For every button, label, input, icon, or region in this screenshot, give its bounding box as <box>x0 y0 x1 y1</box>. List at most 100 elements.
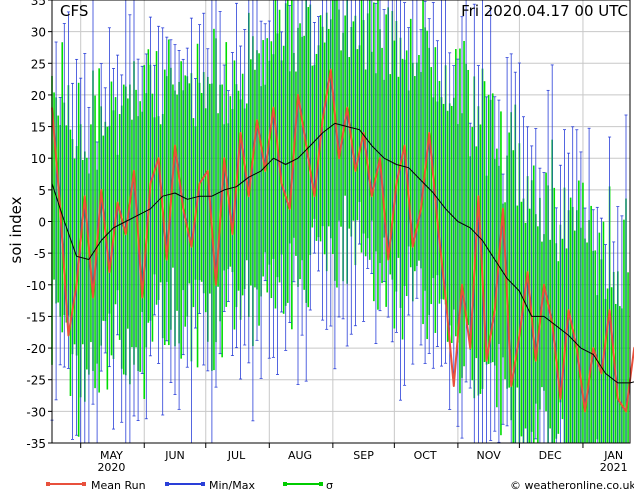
sigma-bar <box>467 69 469 326</box>
sigma-bar <box>270 41 273 299</box>
sigma-bar <box>323 42 326 255</box>
sigma-bar <box>356 49 359 221</box>
sigma-bar <box>151 93 154 342</box>
sigma-bar <box>118 114 121 340</box>
sigma-bar <box>606 288 609 443</box>
sigma-bar <box>360 0 363 253</box>
y-tick-label: -15 <box>26 310 46 324</box>
y-tick-label: -25 <box>26 374 46 388</box>
sigma-bar <box>81 159 84 345</box>
sigma-bar <box>393 40 396 329</box>
y-tick-label: -20 <box>26 342 46 356</box>
sigma-bar <box>254 69 256 288</box>
sigma-bar <box>610 287 613 443</box>
sigma-bar <box>450 105 453 343</box>
sigma-bar <box>516 205 519 388</box>
sigma-bar <box>553 187 556 443</box>
credit-text: © weatheronline.co.uk <box>510 479 634 490</box>
sigma-bar <box>315 53 318 241</box>
y-tick-label: -30 <box>26 405 46 419</box>
y-tick-label: -35 <box>26 437 46 451</box>
sigma-bar <box>192 118 195 308</box>
legend-item-mean-run: Mean Run <box>46 479 146 490</box>
x-tick-label: OCT <box>414 449 437 462</box>
sigma-bar <box>295 71 297 256</box>
sigma-bar <box>348 57 351 229</box>
sigma-bar <box>602 221 605 443</box>
sigma-bar <box>352 21 355 221</box>
y-tick-label: 10 <box>31 152 46 166</box>
sigma-bar <box>528 208 531 443</box>
sigma-bar <box>385 14 387 307</box>
sigma-bar <box>303 35 305 290</box>
sigma-bar <box>139 101 141 372</box>
sigma-bar <box>463 40 465 367</box>
sigma-bar <box>57 115 59 303</box>
model-label: CFS <box>60 2 88 20</box>
legend-label-mean-run: Mean Run <box>91 479 146 490</box>
y-tick-label: 20 <box>31 89 46 103</box>
y-tick-label: 30 <box>31 26 46 40</box>
sigma-bar <box>332 0 334 255</box>
sigma-bar <box>590 205 592 443</box>
sigma-bar <box>373 2 375 302</box>
y-tick-label: -5 <box>34 247 46 261</box>
x-tick-label: AUG <box>288 449 312 462</box>
sigma-bar <box>557 261 560 434</box>
legend-label-sigma: σ <box>326 479 333 490</box>
y-axis: -35 -30 -25 -20 -15 -10 -5 0 5 10 15 20 25 30 35 <box>26 0 52 451</box>
sigma-bar <box>586 242 588 443</box>
y-tick-label: -10 <box>26 279 46 293</box>
sigma-bar <box>598 232 601 443</box>
sigma-bar <box>184 75 187 327</box>
legend-label-min-max: Min/Max <box>209 479 255 490</box>
sigma-bar <box>500 111 502 436</box>
sigma-bar <box>69 129 72 397</box>
x-tick-label: SEP <box>353 449 374 462</box>
sigma-bar <box>377 0 379 310</box>
x-tick-label: NOV <box>477 449 502 462</box>
x-year-label: 2020 <box>97 461 125 474</box>
sigma-bar <box>237 90 240 291</box>
x-tick-label: JUN <box>164 449 185 462</box>
sigma-bar <box>131 119 133 348</box>
sigma-bar <box>221 84 223 358</box>
sigma-bar <box>549 239 551 429</box>
date-label: Fri 2020.04.17 00 UTC <box>461 2 628 20</box>
sigma-bar <box>188 83 191 284</box>
sigma-bar <box>155 51 158 305</box>
sigma-bar <box>627 272 629 443</box>
legend: Mean Run Min/Max σ <box>46 479 333 490</box>
sigma-bar <box>168 39 170 346</box>
sigma-bar <box>278 9 281 283</box>
sigma-bar <box>578 180 580 443</box>
sigma-bar <box>61 42 64 333</box>
sigma-bar <box>159 124 162 283</box>
sigma-bar <box>619 306 621 443</box>
sigma-bar <box>110 81 113 356</box>
sigma-bar <box>471 127 474 381</box>
sigma-bar <box>286 0 289 303</box>
x-axis: MAY2020JUN JUL AUG SEP OCT NOV DEC JAN2021 <box>80 443 628 474</box>
sigma-bar <box>114 97 117 305</box>
y-tick-label: 35 <box>31 0 46 8</box>
y-tick-label: 5 <box>38 184 46 198</box>
sigma-bar <box>176 94 178 311</box>
sigma-bar <box>274 0 277 309</box>
y-axis-label: soi index <box>7 196 25 263</box>
sigma-bar <box>90 124 92 343</box>
sigma-bar <box>147 49 150 323</box>
sigma-bar <box>241 73 244 296</box>
sigma-bar <box>455 49 457 337</box>
sigma-bar <box>299 23 301 280</box>
x-year-label: 2021 <box>600 461 628 474</box>
sigma-bar <box>86 157 88 370</box>
sigma-bar <box>459 48 461 394</box>
x-tick-label: DEC <box>539 449 562 462</box>
sigma-bar <box>204 108 207 313</box>
sigma-bar <box>594 250 597 443</box>
sigma-bar <box>426 30 428 340</box>
y-tick-label: 15 <box>31 121 46 135</box>
sigma-bar <box>422 0 424 325</box>
sigma-bar <box>282 45 285 314</box>
